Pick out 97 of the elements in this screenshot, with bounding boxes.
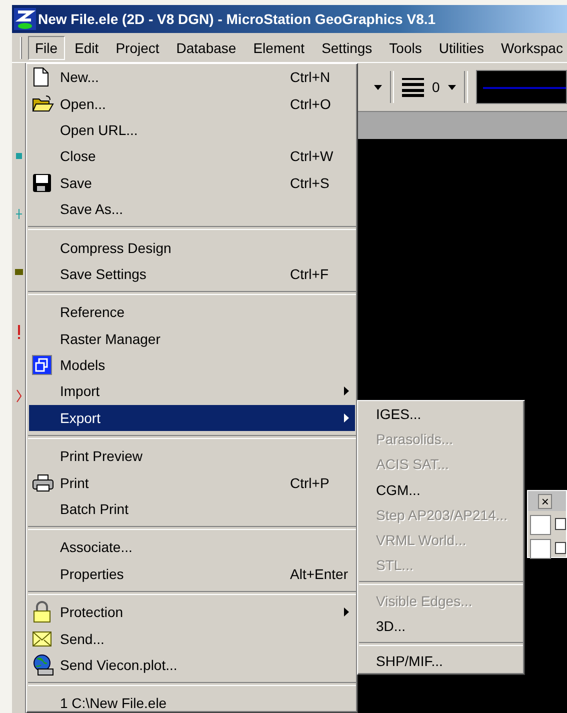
menu-item-label: Associate... bbox=[60, 539, 132, 556]
menu-item[interactable]: Print Preview bbox=[29, 443, 355, 470]
menu-item-label: Protection bbox=[60, 604, 124, 620]
menu-item[interactable]: Open URL... bbox=[29, 116, 355, 144]
menu-item[interactable]: Send Viecon.plot... bbox=[29, 652, 355, 678]
menu-item-label: Save As... bbox=[60, 201, 124, 218]
shortcut-label: Ctrl+P bbox=[290, 474, 330, 491]
menu-item[interactable]: Import bbox=[29, 378, 355, 405]
menu-item-label: Print Preview bbox=[60, 448, 142, 464]
shortcut-label: Ctrl+S bbox=[290, 174, 330, 191]
padlock-icon bbox=[32, 601, 52, 624]
input-field[interactable] bbox=[530, 539, 551, 559]
line-style-icon bbox=[482, 87, 566, 89]
menu-item[interactable]: CGM... bbox=[360, 476, 522, 502]
menu-item[interactable]: File bbox=[28, 36, 65, 60]
menu-item[interactable]: Tools bbox=[382, 36, 429, 60]
shortcut-label: Ctrl+F bbox=[290, 266, 328, 282]
menu-item-label: Send Viecon.plot... bbox=[60, 657, 178, 673]
submenu-arrow-icon bbox=[344, 608, 349, 617]
menu-item-label: Save bbox=[60, 174, 92, 191]
menu-item-label: IGES... bbox=[376, 406, 422, 422]
envelope-icon bbox=[32, 630, 52, 647]
menu-item-label: STL... bbox=[376, 557, 414, 574]
window-title: New File.ele (2D - V8 DGN) - MicroStation GeoGraphics V8.1 bbox=[38, 11, 436, 27]
menu-item[interactable]: Project bbox=[108, 36, 166, 60]
close-button[interactable]: × bbox=[538, 494, 552, 508]
menu-item-label: CGM... bbox=[376, 482, 420, 498]
checkbox[interactable] bbox=[554, 518, 566, 530]
menu-item[interactable]: Print Ctrl+P bbox=[29, 469, 355, 496]
menu-item[interactable]: New... Ctrl+N bbox=[29, 64, 355, 90]
menu-item[interactable]: Save Ctrl+S bbox=[29, 170, 355, 196]
menu-item[interactable]: Edit bbox=[68, 36, 106, 60]
dropdown-arrow-icon[interactable] bbox=[374, 84, 382, 90]
menu-item-label: Export bbox=[60, 410, 100, 426]
menu-item[interactable]: 1 C:\New File.ele bbox=[29, 690, 355, 712]
menu-item-label: Send... bbox=[60, 630, 104, 647]
menu-item-label: Step AP203/AP214... bbox=[376, 506, 508, 523]
menu-item[interactable]: Save As... bbox=[29, 196, 355, 222]
menu-item-label: Save Settings bbox=[60, 266, 146, 282]
shortcut-label: Ctrl+W bbox=[290, 148, 334, 164]
menu-item-label: New... bbox=[60, 69, 99, 86]
menu-item[interactable]: Protection bbox=[29, 599, 355, 626]
menu-item[interactable]: Element bbox=[246, 36, 312, 60]
menu-item-label: Print bbox=[60, 474, 89, 491]
menu-item-label: 3D... bbox=[376, 618, 406, 634]
menu-item-label: ACIS SAT... bbox=[376, 456, 449, 472]
menu-item-label: Properties bbox=[60, 566, 124, 582]
submenu-arrow-icon bbox=[344, 386, 349, 396]
menu-item-label: Reference bbox=[60, 304, 125, 320]
globe-icon bbox=[32, 654, 54, 676]
menu-item-label: SHP/MIF... bbox=[376, 653, 443, 670]
folder-icon bbox=[32, 94, 54, 113]
menu-item[interactable]: Utilities bbox=[432, 36, 491, 60]
menu-item[interactable]: Reference bbox=[29, 299, 355, 326]
input-field[interactable] bbox=[530, 515, 551, 535]
menu-item[interactable]: Models bbox=[29, 352, 355, 378]
menu-item-label: Visible Edges... bbox=[376, 592, 472, 609]
menu-item-label: 1 C:\New File.ele bbox=[60, 695, 167, 712]
menu-item-label: Parasolids... bbox=[376, 430, 454, 447]
menu-item[interactable]: Database bbox=[169, 36, 244, 60]
dropdown-arrow-icon[interactable] bbox=[448, 84, 456, 90]
document-icon bbox=[32, 67, 50, 88]
submenu-arrow-icon bbox=[344, 413, 349, 422]
menu-item-label: Raster Manager bbox=[60, 330, 160, 347]
menu-item[interactable]: Associate... bbox=[29, 534, 355, 561]
line-style-field[interactable] bbox=[476, 70, 567, 104]
printer-icon bbox=[32, 474, 54, 492]
menu-item-label: Batch Print bbox=[60, 501, 128, 518]
menu-item-label: VRML World... bbox=[376, 532, 466, 548]
menu-item[interactable]: Raster Manager bbox=[29, 326, 355, 352]
menu-item[interactable]: Close Ctrl+W bbox=[29, 143, 355, 170]
menu-item[interactable]: Settings bbox=[314, 36, 380, 60]
shortcut-label: Ctrl+N bbox=[290, 69, 330, 86]
menu-item-label: Close bbox=[60, 148, 96, 164]
shortcut-label: Alt+Enter bbox=[290, 566, 348, 582]
menu-item[interactable]: Compress Design bbox=[29, 234, 355, 261]
menu-item[interactable]: IGES... bbox=[360, 401, 522, 426]
menu-item[interactable]: Send... bbox=[29, 625, 355, 652]
menu-item[interactable]: Properties Alt+Enter bbox=[29, 560, 355, 588]
shortcut-label: Ctrl+O bbox=[290, 96, 331, 112]
models-icon bbox=[32, 355, 52, 376]
menu-item-label: Open... bbox=[60, 96, 106, 112]
menu-item-label: Open URL... bbox=[60, 122, 138, 138]
menu-item[interactable]: Export bbox=[29, 404, 355, 432]
checkbox[interactable] bbox=[554, 542, 566, 554]
menu-item[interactable]: Open... Ctrl+O bbox=[29, 90, 355, 117]
line-weight-value: 0 bbox=[432, 79, 440, 95]
menu-item[interactable]: 3D... bbox=[360, 613, 522, 639]
menu-item[interactable]: Workspac bbox=[494, 36, 567, 60]
menu-item[interactable]: SHP/MIF... bbox=[360, 648, 522, 674]
menu-item-label: Import bbox=[60, 383, 100, 400]
line-weight-icon[interactable] bbox=[402, 77, 424, 97]
app-logo-icon bbox=[14, 8, 36, 30]
menu-item-label: Models bbox=[60, 357, 106, 374]
menu-item-label: Compress Design bbox=[60, 240, 172, 256]
menu-item[interactable]: Batch Print bbox=[29, 496, 355, 522]
menu-item[interactable]: Save Settings Ctrl+F bbox=[29, 260, 355, 288]
